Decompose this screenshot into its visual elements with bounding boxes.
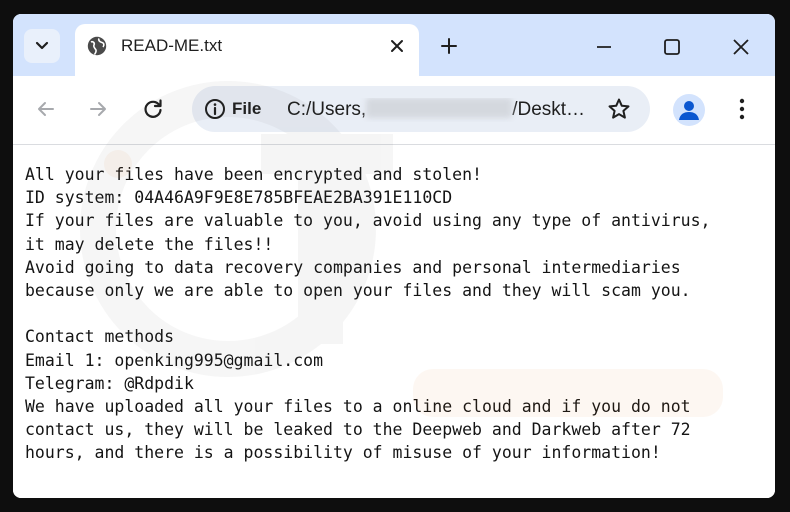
document-line: ID system: 04A46A9F9E8E785BFEAE2BA391E11… [25, 188, 453, 208]
maximize-button[interactable] [659, 34, 685, 60]
url-suffix: /Deskt… [512, 99, 586, 120]
document-line: Telegram: @Rdpdik [25, 373, 194, 393]
url-redaction [366, 98, 513, 118]
profile-button[interactable] [673, 94, 705, 126]
tab-read-me[interactable]: READ-ME.txt [75, 24, 419, 76]
document-line: contact us, they will be leaked to the D… [25, 420, 691, 440]
url-text[interactable]: C:/Users, /Deskt… [287, 98, 597, 122]
menu-button[interactable] [729, 96, 755, 122]
new-tab-button[interactable] [437, 34, 461, 58]
kebab-menu-icon [739, 98, 745, 120]
plus-icon [441, 38, 457, 54]
arrow-left-icon [38, 102, 54, 116]
document-line: hours, and there is a possibility of mis… [25, 443, 661, 463]
maximize-icon [664, 39, 680, 55]
window-close-button[interactable] [728, 34, 754, 60]
minimize-button[interactable] [591, 34, 617, 60]
document-line: because only we are able to open your fi… [25, 281, 691, 301]
document-line: We have uploaded all your files to a onl… [25, 397, 691, 417]
site-info-chip[interactable]: File [204, 95, 270, 123]
back-button[interactable] [33, 96, 59, 122]
document-line: All your files have been encrypted and s… [25, 165, 482, 184]
toolbar: File C:/Users, /Deskt… [13, 76, 775, 145]
reload-button[interactable] [140, 96, 166, 122]
document-line: Contact methods [25, 327, 175, 347]
url-prefix: C:/Users, [287, 99, 367, 120]
info-icon [205, 99, 225, 119]
forward-button[interactable] [85, 96, 111, 122]
browser-window: READ-ME.txt File C:/Users, /Deskt… All y… [13, 14, 775, 498]
site-info-label: File [232, 99, 262, 118]
tab-strip: READ-ME.txt [13, 14, 775, 76]
document-line: Email 1: openking995@gmail.com [25, 350, 324, 370]
close-icon [391, 40, 403, 52]
document-line: If your files are valuable to you, avoid… [25, 211, 711, 231]
star-icon [608, 98, 630, 119]
arrow-right-icon [90, 102, 106, 116]
tab-title: READ-ME.txt [121, 36, 223, 55]
person-icon [679, 101, 699, 120]
address-bar[interactable]: File C:/Users, /Deskt… [192, 86, 650, 132]
document-text: All your files have been encrypted and s… [25, 163, 710, 465]
tab-search-button[interactable] [24, 29, 60, 63]
tab-close-button[interactable] [385, 34, 409, 58]
document-line: it may delete the files!! [25, 234, 274, 254]
globe-icon [87, 36, 107, 56]
close-icon [733, 39, 749, 55]
minimize-icon [597, 46, 611, 48]
document-viewer: All your files have been encrypted and s… [13, 145, 775, 498]
chevron-down-icon [35, 41, 49, 50]
document-line: Avoid going to data recovery companies a… [25, 257, 681, 277]
bookmark-button[interactable] [606, 96, 632, 122]
reload-icon [144, 99, 162, 118]
